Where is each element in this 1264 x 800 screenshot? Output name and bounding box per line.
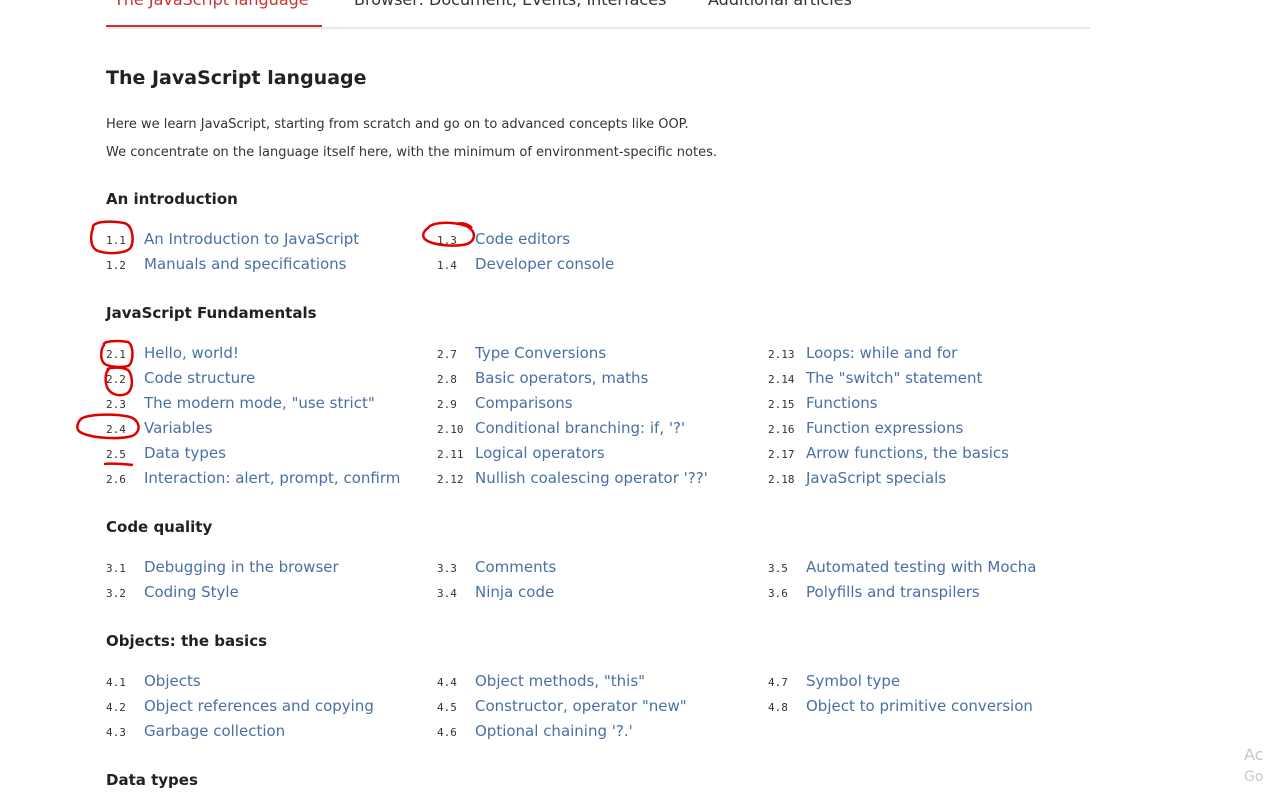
tab-javascript-language[interactable]: The JavaScript language: [114, 0, 309, 9]
article-link[interactable]: Objects: [144, 672, 201, 690]
article-link[interactable]: Hello, world!: [144, 344, 239, 362]
article-link[interactable]: The modern mode, "use strict": [144, 394, 375, 412]
item-number: 2.17: [768, 448, 795, 461]
section-title: Data types: [106, 771, 198, 789]
item-number: 3.2: [106, 587, 126, 600]
article-link[interactable]: Interaction: alert, prompt, confirm: [144, 469, 400, 487]
article-link[interactable]: Object to primitive conversion: [806, 697, 1033, 715]
tab-browser[interactable]: Browser: Document, Events, Interfaces: [354, 0, 666, 9]
chapter-tabs: The JavaScript language Browser: Documen…: [106, 0, 1090, 29]
article-link[interactable]: Basic operators, maths: [475, 369, 648, 387]
item-number: 1.1: [106, 234, 126, 247]
item-number: 1.2: [106, 259, 126, 272]
item-number: 2.4: [106, 423, 126, 436]
section-title: JavaScript Fundamentals: [106, 304, 317, 322]
article-link[interactable]: An Introduction to JavaScript: [144, 230, 359, 248]
active-tab-indicator: [106, 25, 322, 27]
article-link[interactable]: The "switch" statement: [806, 369, 982, 387]
tab-additional-articles[interactable]: Additional articles: [708, 0, 852, 9]
article-link[interactable]: Comments: [475, 558, 556, 576]
item-number: 2.12: [437, 473, 464, 486]
article-link[interactable]: Data types: [144, 444, 226, 462]
article-link[interactable]: Conditional branching: if, '?': [475, 419, 685, 437]
item-number: 2.3: [106, 398, 126, 411]
article-link[interactable]: JavaScript specials: [806, 469, 946, 487]
item-number: 4.6: [437, 726, 457, 739]
intro-paragraph: Here we learn JavaScript, starting from …: [106, 117, 689, 132]
article-link[interactable]: Nullish coalescing operator '??': [475, 469, 708, 487]
item-number: 2.13: [768, 348, 795, 361]
article-link[interactable]: Function expressions: [806, 419, 963, 437]
item-number: 3.4: [437, 587, 457, 600]
article-link[interactable]: Coding Style: [144, 583, 239, 601]
page-title: The JavaScript language: [106, 67, 367, 89]
article-link[interactable]: Debugging in the browser: [144, 558, 339, 576]
article-link[interactable]: Garbage collection: [144, 722, 285, 740]
item-number: 2.18: [768, 473, 795, 486]
article-link[interactable]: Functions: [806, 394, 878, 412]
article-link[interactable]: Variables: [144, 419, 213, 437]
item-number: 2.7: [437, 348, 457, 361]
item-number: 2.2: [106, 373, 126, 386]
watermark-text: Go: [1244, 769, 1264, 785]
article-link[interactable]: Optional chaining '?.': [475, 722, 633, 740]
article-link[interactable]: Type Conversions: [475, 344, 606, 362]
item-number: 3.6: [768, 587, 788, 600]
article-link[interactable]: Symbol type: [806, 672, 900, 690]
watermark-text: Ac: [1244, 745, 1264, 764]
item-number: 3.5: [768, 562, 788, 575]
item-number: 2.6: [106, 473, 126, 486]
section-title: Objects: the basics: [106, 632, 268, 650]
item-number: 4.3: [106, 726, 126, 739]
item-number: 3.1: [106, 562, 126, 575]
article-link[interactable]: Code editors: [475, 230, 570, 248]
article-link[interactable]: Comparisons: [475, 394, 573, 412]
item-number: 1.4: [437, 259, 457, 272]
item-number: 4.5: [437, 701, 457, 714]
item-number: 4.1: [106, 676, 126, 689]
item-number: 1.3: [437, 234, 457, 247]
intro-paragraph: We concentrate on the language itself he…: [106, 145, 717, 160]
article-link[interactable]: Automated testing with Mocha: [806, 558, 1036, 576]
section-title: An introduction: [106, 190, 238, 208]
item-number: 2.9: [437, 398, 457, 411]
item-number: 4.2: [106, 701, 126, 714]
article-link[interactable]: Constructor, operator "new": [475, 697, 687, 715]
article-link[interactable]: Developer console: [475, 255, 614, 273]
item-number: 2.16: [768, 423, 795, 436]
item-number: 2.10: [437, 423, 464, 436]
article-link[interactable]: Object references and copying: [144, 697, 374, 715]
item-number: 2.1: [106, 348, 126, 361]
annotation-underline: [103, 462, 134, 467]
item-number: 4.8: [768, 701, 788, 714]
article-link[interactable]: Polyfills and transpilers: [806, 583, 980, 601]
article-link[interactable]: Arrow functions, the basics: [806, 444, 1009, 462]
article-link[interactable]: Manuals and specifications: [144, 255, 347, 273]
item-number: 4.4: [437, 676, 457, 689]
article-link[interactable]: Object methods, "this": [475, 672, 645, 690]
item-number: 2.15: [768, 398, 795, 411]
item-number: 2.8: [437, 373, 457, 386]
article-link[interactable]: Logical operators: [475, 444, 605, 462]
item-number: 2.14: [768, 373, 795, 386]
item-number: 2.5: [106, 448, 126, 461]
section-title: Code quality: [106, 518, 213, 536]
item-number: 2.11: [437, 448, 464, 461]
article-link[interactable]: Code structure: [144, 369, 255, 387]
article-link[interactable]: Loops: while and for: [806, 344, 957, 362]
item-number: 4.7: [768, 676, 788, 689]
article-link[interactable]: Ninja code: [475, 583, 554, 601]
item-number: 3.3: [437, 562, 457, 575]
